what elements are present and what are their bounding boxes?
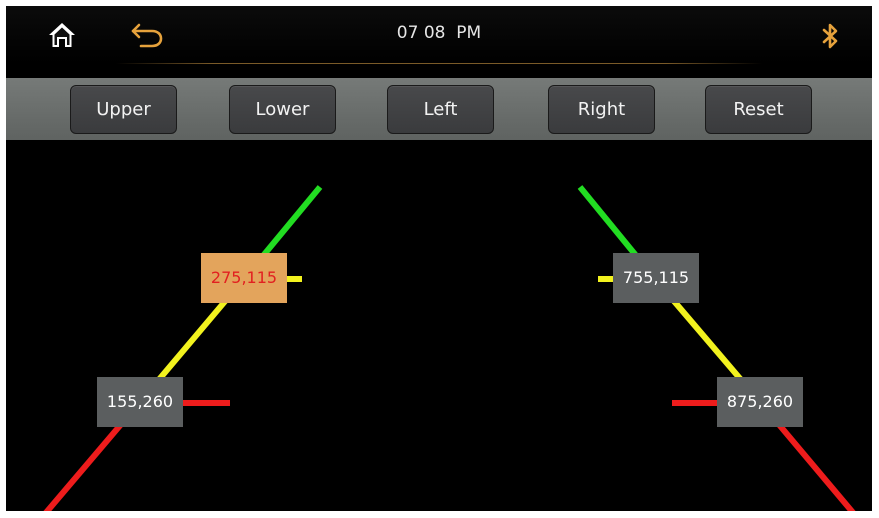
guide-point-right-lower[interactable]: 875,260 — [717, 377, 803, 427]
screen: 07 08 PM Upper Lower Left Right Reset 27… — [6, 6, 872, 511]
guide-point-right-upper[interactable]: 755,115 — [613, 253, 699, 303]
parking-guide-lines — [43, 185, 856, 511]
guide-point-left-lower[interactable]: 155,260 — [97, 377, 183, 427]
guide-point-left-upper[interactable]: 275,115 — [201, 253, 287, 303]
